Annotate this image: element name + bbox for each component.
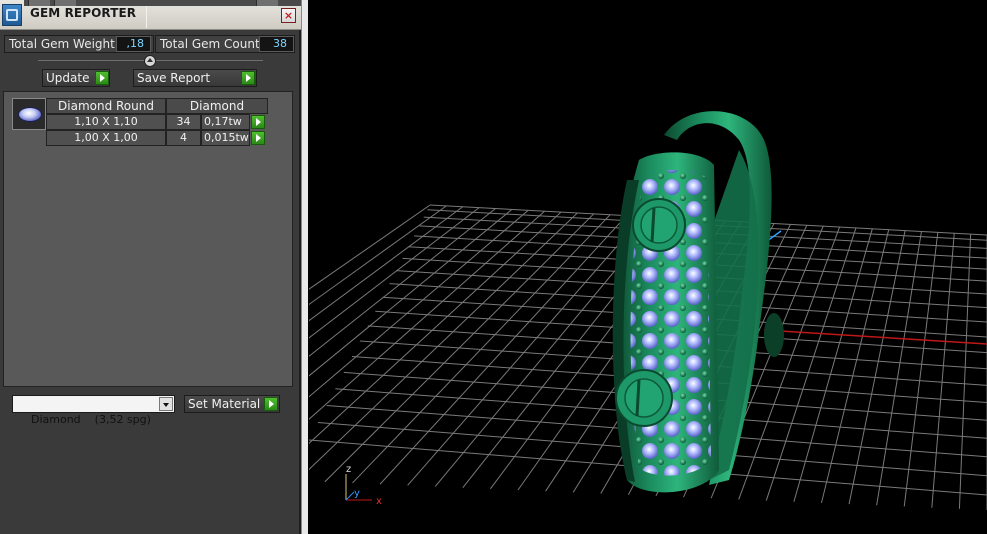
- grid-line: [820, 229, 890, 504]
- ring-model[interactable]: [612, 111, 784, 493]
- x-axis-label: x: [376, 496, 382, 507]
- update-button-label: Update: [46, 71, 90, 85]
- row-size[interactable]: 1,00 X 1,00: [46, 130, 166, 146]
- go-arrow-icon[interactable]: [264, 397, 278, 411]
- go-arrow-icon[interactable]: [251, 131, 265, 145]
- gem-list: Diamond Round Diamond 1,10 X 1,10 34 0,1…: [3, 91, 293, 387]
- grid-line: [407, 216, 644, 486]
- dropdown-arrow-icon[interactable]: [159, 397, 173, 411]
- material-dropdown-value: Diamond (3,52 spg): [31, 413, 151, 426]
- grid-line: [958, 234, 972, 509]
- y-axis-label: y: [354, 488, 360, 499]
- panel-title: GEM REPORTER: [30, 6, 137, 20]
- screw-motif-top: [632, 198, 686, 252]
- z-axis-label: z: [346, 464, 351, 475]
- total-gem-count-value: 38: [259, 36, 294, 52]
- grid-line: [903, 232, 939, 507]
- app-icon: [2, 4, 22, 26]
- column-header-material: Diamond: [166, 98, 268, 114]
- save-report-button-label: Save Report: [137, 71, 211, 85]
- gem-thumbnail-icon[interactable]: [12, 98, 46, 130]
- toolbar-tab[interactable]: [256, 0, 278, 6]
- panel-splitter[interactable]: [301, 0, 308, 534]
- total-gem-count-label-text: Total Gem Count: [160, 37, 260, 51]
- total-gem-weight-value: ,18: [116, 36, 151, 52]
- total-gem-weight-label-text: Total Gem Weight: [9, 37, 115, 51]
- go-arrow-icon[interactable]: [251, 115, 265, 129]
- grid-line: [931, 233, 955, 508]
- go-arrow-icon[interactable]: [241, 71, 255, 85]
- collapse-toggle[interactable]: [144, 55, 156, 67]
- set-material-button-label: Set Material: [188, 397, 261, 411]
- column-header-shape: Diamond Round: [46, 98, 166, 114]
- row-count: 34: [166, 114, 201, 130]
- row-weight: 0,17tw: [201, 114, 250, 130]
- close-icon[interactable]: ×: [281, 8, 296, 23]
- go-arrow-icon[interactable]: [95, 71, 109, 85]
- panel-titlebar[interactable]: GEM REPORTER ×: [0, 0, 301, 30]
- row-size[interactable]: 1,10 X 1,10: [46, 114, 166, 130]
- gem-reporter-panel: GEM REPORTER × Total Gem Weight ,18 Tota…: [0, 0, 301, 534]
- screw-motif-bottom: [615, 369, 673, 427]
- 3d-viewport[interactable]: z y x: [309, 0, 987, 534]
- save-report-button[interactable]: Save Report: [133, 69, 257, 87]
- material-dropdown[interactable]: Diamond (3,52 spg): [12, 395, 175, 426]
- grid-line: [876, 231, 922, 506]
- row-weight: 0,015tw: [201, 130, 250, 146]
- viewport-canvas: z y x: [309, 111, 987, 510]
- title-separator: [146, 6, 147, 28]
- row-count: 4: [166, 130, 201, 146]
- grid-line: [848, 230, 906, 505]
